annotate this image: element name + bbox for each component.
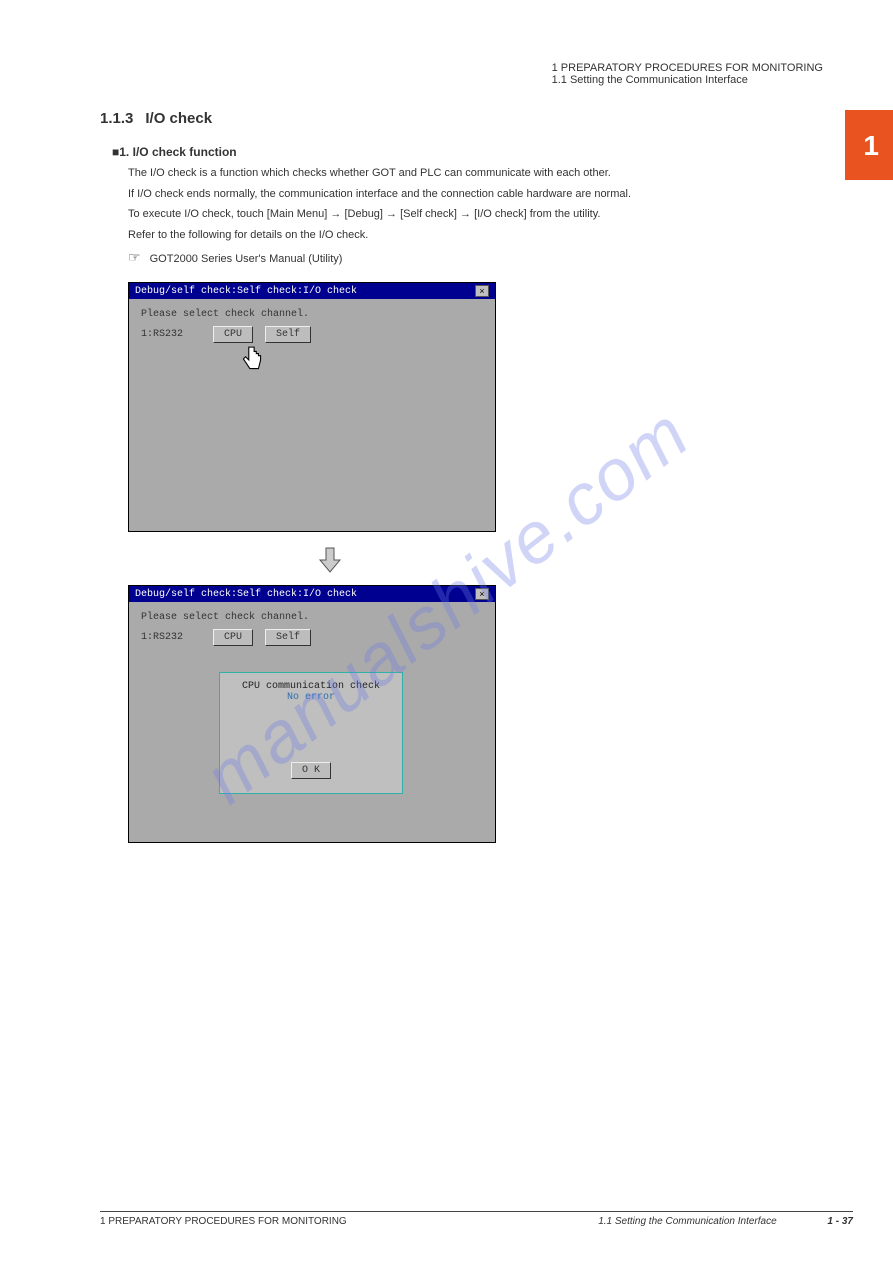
section-title-text: I/O check [145, 110, 212, 127]
p3-prefix: To execute I/O check, touch [Main Menu] [128, 208, 327, 220]
close-icon[interactable]: × [475, 588, 489, 600]
page-number: 1 - 37 [827, 1216, 853, 1227]
section-heading: 1.1.3 I/O check [100, 110, 863, 127]
header-chapter: 1 PREPARATORY PROCEDURES FOR MONITORING … [552, 62, 823, 86]
dialog-io-check-2: Debug/self check:Self check:I/O check × … [128, 585, 496, 843]
footer-right: 1.1 Setting the Communication Interface … [598, 1216, 853, 1227]
channel-label: 1:RS232 [141, 329, 201, 340]
hand-cursor-icon [239, 345, 265, 375]
dialog-prompt: Please select check channel. [141, 309, 483, 320]
chapter-tab-number: 1 [863, 130, 879, 162]
self-button[interactable]: Self [265, 629, 311, 646]
subsection-heading: ■1. I/O check function [112, 145, 863, 159]
dialog-body: Please select check channel. 1:RS232 CPU… [129, 299, 495, 531]
self-button[interactable]: Self [265, 326, 311, 343]
popup-message-1: CPU communication check [242, 681, 380, 692]
p5-text: GOT2000 Series User's Manual (Utility) [150, 253, 343, 265]
arrow-icon: → [386, 208, 397, 220]
page-footer: 1 PREPARATORY PROCEDURES FOR MONITORING … [100, 1211, 853, 1227]
ok-button[interactable]: O K [291, 762, 331, 779]
arrow-icon: → [460, 208, 471, 220]
dialog-titlebar: Debug/self check:Self check:I/O check × [129, 586, 495, 602]
cpu-button[interactable]: CPU [213, 326, 253, 343]
dialog-title-text: Debug/self check:Self check:I/O check [135, 589, 357, 600]
paragraph-3: To execute I/O check, touch [Main Menu] … [128, 206, 863, 223]
arrow-icon: → [330, 208, 341, 220]
screenshot-block: Debug/self check:Self check:I/O check × … [128, 282, 863, 843]
paragraph-5: ☞ GOT2000 Series User's Manual (Utility) [128, 247, 863, 268]
footer-section: 1.1 Setting the Communication Interface [598, 1216, 776, 1227]
subsection-square: ■1. [112, 145, 129, 159]
popup-message-2: No error [287, 692, 335, 703]
nav-io-check: [I/O check] [474, 208, 527, 220]
dialog-body: Please select check channel. 1:RS232 CPU… [129, 602, 495, 842]
section-number: 1.1.3 [100, 110, 133, 127]
header-line2: 1.1 Setting the Communication Interface [552, 74, 823, 86]
dialog-prompt: Please select check channel. [141, 612, 483, 623]
dialog-io-check-1: Debug/self check:Self check:I/O check × … [128, 282, 496, 532]
dialog-titlebar: Debug/self check:Self check:I/O check × [129, 283, 495, 299]
close-icon[interactable]: × [475, 285, 489, 297]
channel-label: 1:RS232 [141, 632, 201, 643]
paragraph-4: Refer to the following for details on th… [128, 227, 863, 244]
paragraph-1: The I/O check is a function which checks… [128, 165, 863, 182]
footer-left: 1 PREPARATORY PROCEDURES FOR MONITORING [100, 1216, 347, 1227]
cpu-check-popup: CPU communication check No error O K [219, 672, 403, 794]
dialog-title-text: Debug/self check:Self check:I/O check [135, 286, 357, 297]
down-arrow-icon [316, 546, 344, 574]
cpu-button[interactable]: CPU [213, 629, 253, 646]
paragraph-2: If I/O check ends normally, the communic… [128, 186, 863, 203]
pointer-icon: ☞ [128, 247, 141, 268]
nav-self-check: [Self check] [400, 208, 457, 220]
subsection-title: I/O check function [133, 145, 237, 159]
header-line1: 1 PREPARATORY PROCEDURES FOR MONITORING [552, 62, 823, 74]
nav-debug: [Debug] [344, 208, 383, 220]
